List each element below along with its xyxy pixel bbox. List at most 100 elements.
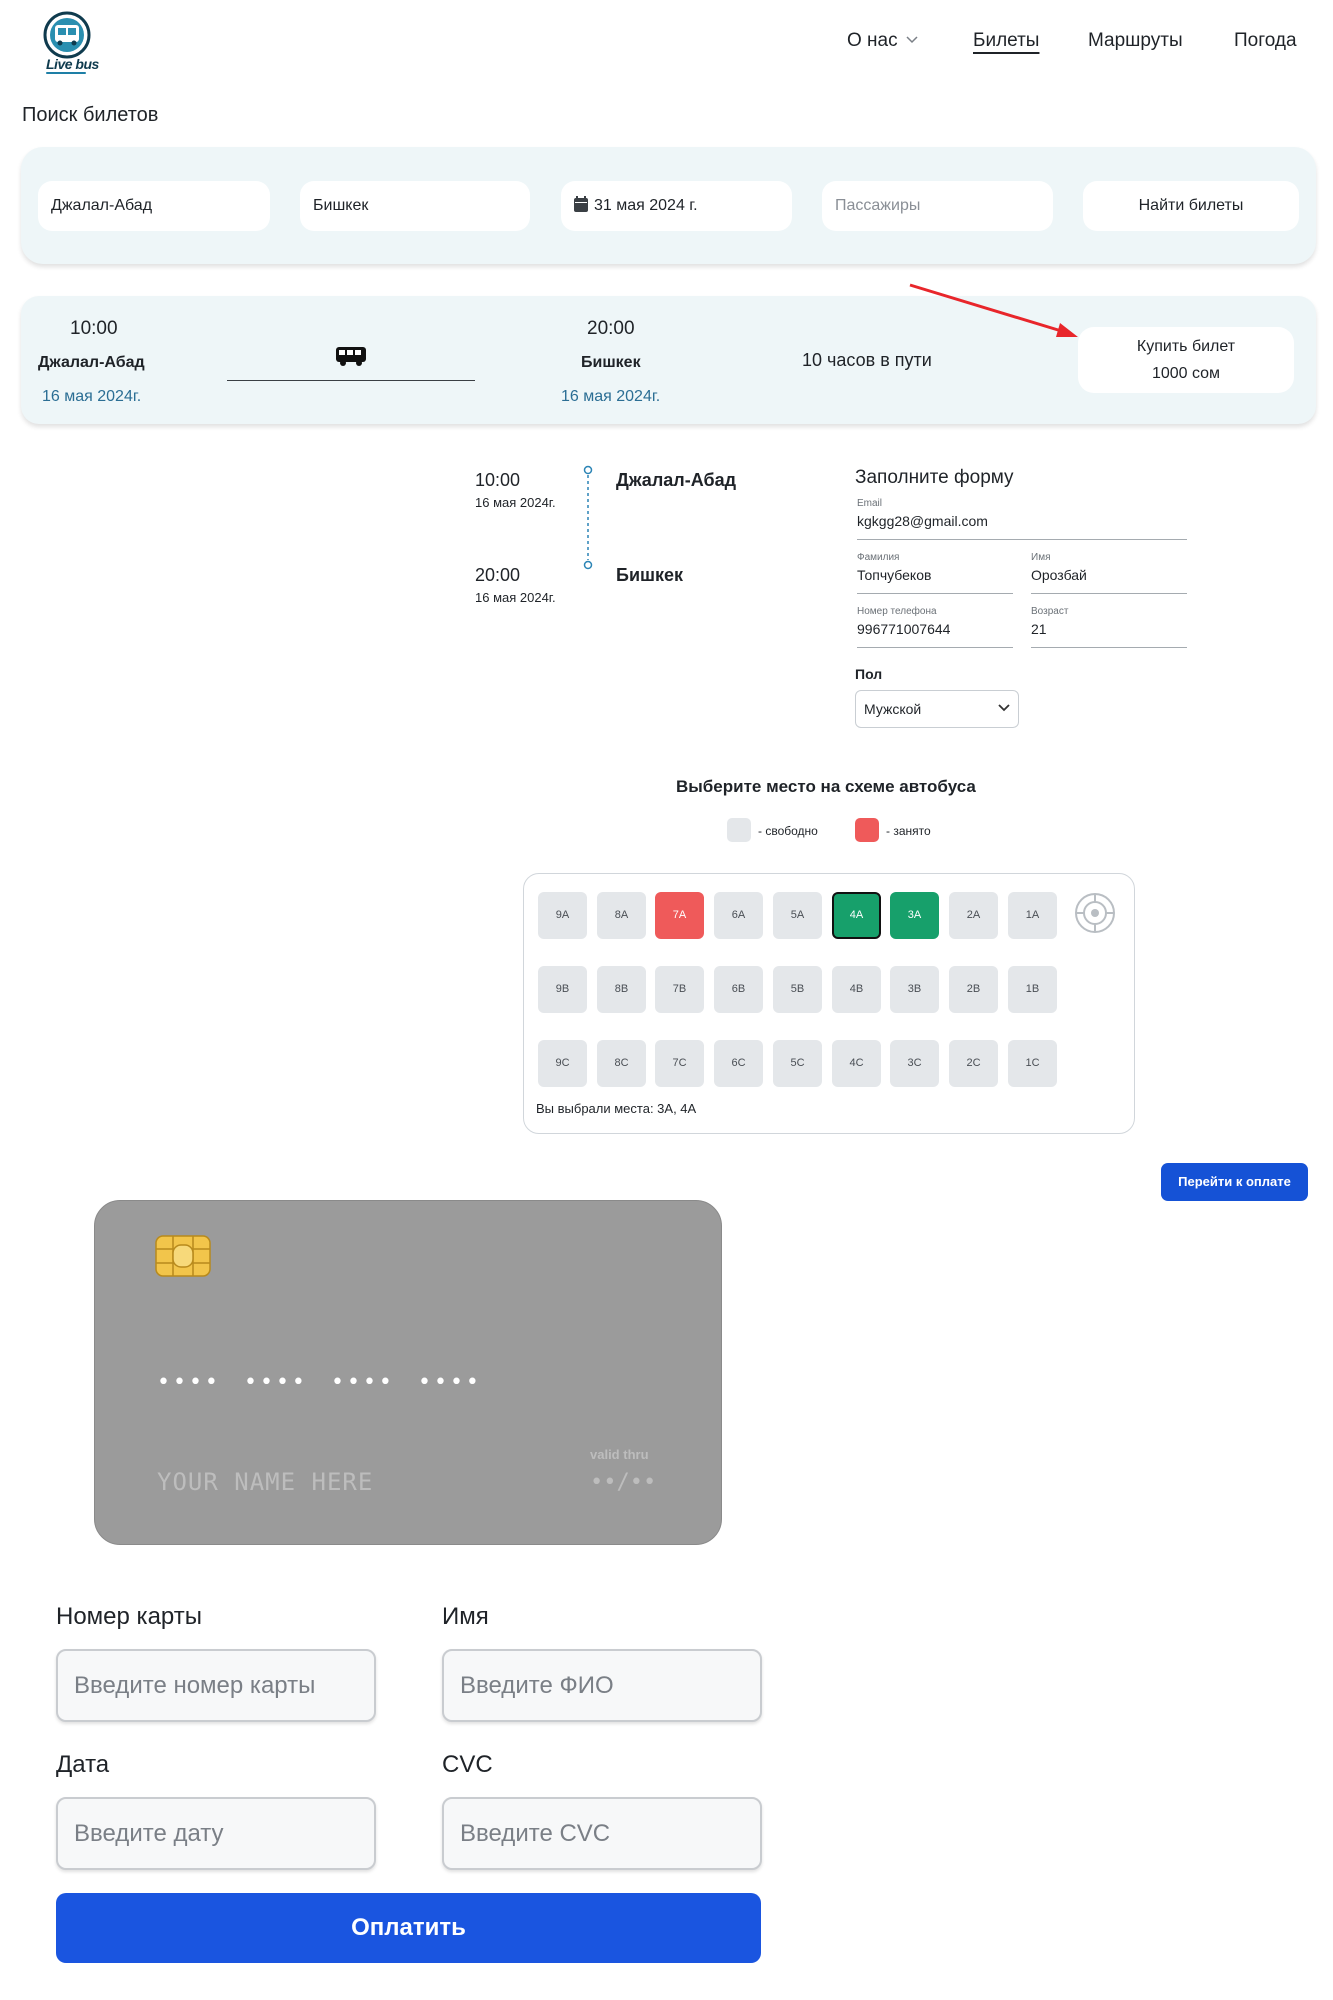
result-depart-date: 16 мая 2024г. <box>42 388 142 405</box>
name-field[interactable]: Орозбай <box>1031 567 1087 583</box>
chevron-down-icon <box>998 704 1010 712</box>
result-arrive-city: Бишкек <box>581 354 641 371</box>
email-field[interactable]: kgkgg28@gmail.com <box>857 513 988 529</box>
seat-7a[interactable]: 7A <box>655 892 704 939</box>
seat-8c[interactable]: 8C <box>597 1040 646 1087</box>
from-input[interactable]: Джалал-Абад <box>38 181 270 231</box>
buy-ticket-button[interactable]: Купить билет 1000 сом <box>1078 327 1294 393</box>
nav-about[interactable]: О нас <box>847 30 918 52</box>
seat-2b[interactable]: 2B <box>949 966 998 1013</box>
result-arrive-date: 16 мая 2024г. <box>561 388 661 405</box>
legend-taken-label: - занято <box>886 824 931 838</box>
itinerary-arrive-date: 16 мая 2024г. <box>475 590 556 605</box>
seat-map-title: Выберите место на схеме автобуса <box>676 777 976 796</box>
name-label: Имя <box>1031 552 1051 563</box>
result-depart-time: 10:00 <box>70 318 118 339</box>
nav-tickets[interactable]: Билеты <box>973 30 1039 52</box>
gender-value: Мужской <box>864 701 922 717</box>
card-date-label: Дата <box>56 1751 110 1778</box>
valid-thru-label: valid thru <box>590 1447 649 1462</box>
seat-9a[interactable]: 9A <box>538 892 587 939</box>
phone-underline <box>857 647 1013 648</box>
card-number-group-2: •••• <box>244 1370 308 1395</box>
phone-label: Номер телефона <box>857 606 937 617</box>
find-tickets-button[interactable]: Найти билеты <box>1083 181 1299 231</box>
seat-5c[interactable]: 5C <box>773 1040 822 1087</box>
card-number-group-4: •••• <box>418 1370 482 1395</box>
surname-field[interactable]: Топчубеков <box>857 567 931 583</box>
gender-select[interactable]: Мужской <box>855 690 1019 728</box>
form-title: Заполните форму <box>855 467 1014 488</box>
age-label: Возраст <box>1031 606 1069 617</box>
seat-6b[interactable]: 6B <box>714 966 763 1013</box>
red-arrow-annotation-icon <box>909 283 1078 337</box>
age-field[interactable]: 21 <box>1031 621 1047 637</box>
legend-taken-swatch <box>855 818 879 842</box>
cvc-input[interactable]: Введите CVC <box>442 1797 762 1870</box>
nav-routes[interactable]: Маршруты <box>1088 30 1183 52</box>
card-holder-name: YOUR NAME HERE <box>157 1468 374 1496</box>
seat-1c[interactable]: 1C <box>1008 1040 1057 1087</box>
seat-4b[interactable]: 4B <box>832 966 881 1013</box>
card-number-group-1: •••• <box>157 1370 221 1395</box>
seat-6a[interactable]: 6A <box>714 892 763 939</box>
logo-text: Live bus <box>46 56 99 72</box>
name-underline <box>1031 593 1187 594</box>
seat-5a[interactable]: 5A <box>773 892 822 939</box>
seat-9b[interactable]: 9B <box>538 966 587 1013</box>
cvc-label: CVC <box>442 1751 493 1778</box>
bus-logo-icon <box>43 11 91 59</box>
passengers-input[interactable]: Пассажиры <box>822 181 1053 231</box>
seat-2a[interactable]: 2A <box>949 892 998 939</box>
to-input[interactable]: Бишкек <box>300 181 530 231</box>
page-title: Поиск билетов <box>22 104 159 126</box>
surname-label: Фамилия <box>857 552 900 563</box>
seat-4a[interactable]: 4A <box>832 892 881 939</box>
card-date-input[interactable]: Введите дату <box>56 1797 376 1870</box>
itinerary-depart-time: 10:00 <box>475 470 521 490</box>
itinerary-arrive-city: Бишкек <box>616 565 684 585</box>
seat-7c[interactable]: 7C <box>655 1040 704 1087</box>
date-input[interactable]: 31 мая 2024 г. <box>561 181 792 231</box>
email-underline <box>857 539 1187 540</box>
seat-6c[interactable]: 6C <box>714 1040 763 1087</box>
phone-field[interactable]: 996771007644 <box>857 621 950 637</box>
card-number-input[interactable]: Введите номер карты <box>56 1649 376 1722</box>
seat-3b[interactable]: 3B <box>890 966 939 1013</box>
nav-weather[interactable]: Погода <box>1234 30 1297 52</box>
card-name-label: Имя <box>442 1603 489 1630</box>
result-depart-city: Джалал-Абад <box>38 354 145 371</box>
seat-1b[interactable]: 1B <box>1008 966 1057 1013</box>
seat-3c[interactable]: 3C <box>890 1040 939 1087</box>
chevron-down-icon <box>906 36 918 44</box>
route-line <box>227 380 475 381</box>
seat-7b[interactable]: 7B <box>655 966 704 1013</box>
seat-3a[interactable]: 3A <box>890 892 939 939</box>
itinerary-arrive-time: 20:00 <box>475 565 521 585</box>
seat-9c[interactable]: 9C <box>538 1040 587 1087</box>
legend-free-swatch <box>727 818 751 842</box>
result-arrive-time: 20:00 <box>587 318 635 339</box>
logo-underline <box>46 72 86 74</box>
seat-4c[interactable]: 4C <box>832 1040 881 1087</box>
itinerary-depart-city: Джалал-Абад <box>616 470 737 490</box>
seat-5b[interactable]: 5B <box>773 966 822 1013</box>
nav-about-label: О нас <box>847 30 898 51</box>
seat-2c[interactable]: 2C <box>949 1040 998 1087</box>
steering-wheel-icon <box>1075 893 1115 933</box>
trip-duration: 10 часов в пути <box>802 350 932 370</box>
seat-8a[interactable]: 8A <box>597 892 646 939</box>
selected-seats-text: Вы выбрали места: 3A, 4A <box>536 1101 697 1116</box>
seat-1a[interactable]: 1A <box>1008 892 1057 939</box>
card-number-label: Номер карты <box>56 1603 202 1630</box>
legend-free-label: - свободно <box>758 824 818 838</box>
gender-label: Пол <box>855 666 883 682</box>
surname-underline <box>857 593 1013 594</box>
card-name-input[interactable]: Введите ФИО <box>442 1649 762 1722</box>
seat-8b[interactable]: 8B <box>597 966 646 1013</box>
calendar-icon <box>574 196 588 212</box>
go-to-payment-button[interactable]: Перейти к оплате <box>1161 1163 1308 1201</box>
email-label: Email <box>857 498 883 509</box>
card-number-group-3: •••• <box>331 1370 395 1395</box>
pay-button[interactable]: Оплатить <box>56 1893 761 1963</box>
